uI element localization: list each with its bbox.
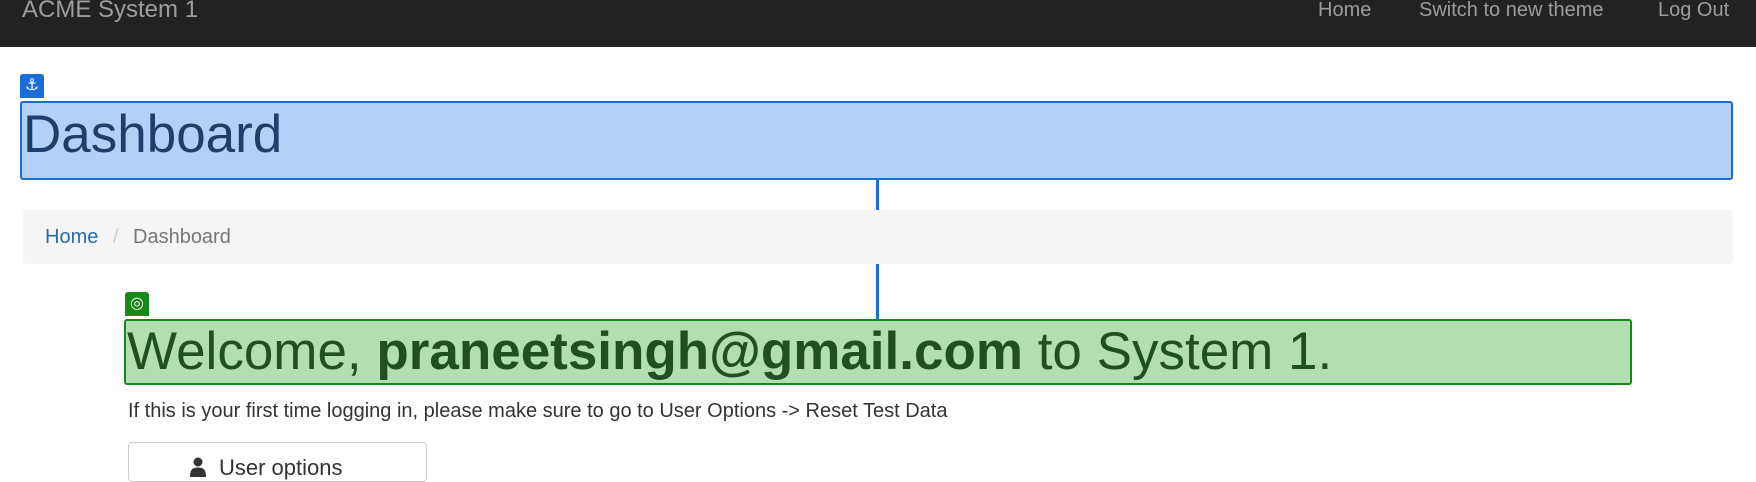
first-login-info-text: If this is your first time logging in, p… <box>128 400 948 422</box>
anchor-icon: ⚓ <box>20 74 44 98</box>
target-icon: ◎ <box>125 292 149 316</box>
breadcrumb-separator: / <box>113 226 119 248</box>
welcome-heading: Welcome, praneetsingh@gmail.com to Syste… <box>127 321 1332 383</box>
welcome-prefix: Welcome, <box>127 322 377 381</box>
top-navbar: ACME System 1 Home Switch to new theme L… <box>0 0 1756 47</box>
user-options-button[interactable]: User options <box>128 442 427 482</box>
nav-link-logout[interactable]: Log Out <box>1658 0 1729 22</box>
user-icon <box>190 457 206 477</box>
welcome-suffix: to System 1. <box>1022 322 1333 381</box>
page-title: Dashboard <box>23 105 283 164</box>
nav-link-home[interactable]: Home <box>1318 0 1371 22</box>
user-options-label: User options <box>219 455 343 480</box>
breadcrumb-home-link[interactable]: Home <box>45 225 98 249</box>
welcome-email: praneetsingh@gmail.com <box>376 322 1023 381</box>
navbar-brand[interactable]: ACME System 1 <box>22 0 198 24</box>
nav-link-switch-theme[interactable]: Switch to new theme <box>1419 0 1604 22</box>
breadcrumb: Home / Dashboard <box>23 210 1733 264</box>
breadcrumb-current: Dashboard <box>133 226 231 248</box>
